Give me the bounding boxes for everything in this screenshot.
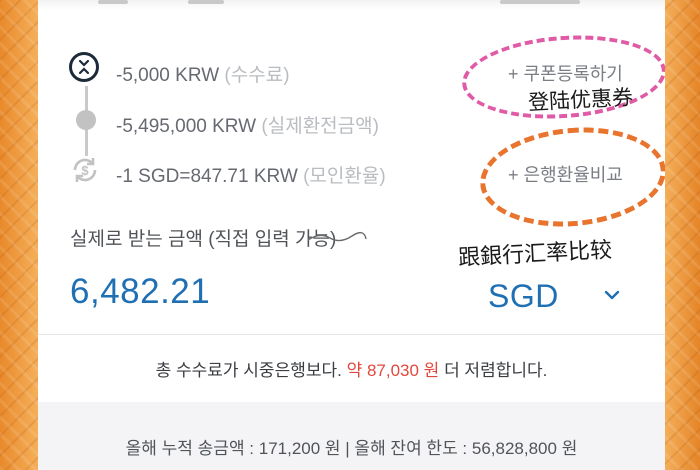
chevron-down-icon [604,288,620,306]
exchange-amount-value: -5,495,000 KRW [116,116,257,137]
savings-suffix: 더 저렴합니다. [444,361,548,380]
top-cut-element-mid [188,0,224,4]
exchange-rate-note: (모인환율) [303,166,386,187]
exchange-amount-row: -5,495,000 KRW (실제환전금액) [116,111,379,138]
savings-prefix: 총 수수료가 시중은행보다. [155,361,342,380]
exchange-rate-value: -1 SGD=847.71 KRW [116,166,298,187]
savings-message: 총 수수료가 시중은행보다. 약 87,030 원 더 저렴합니다. [38,356,665,381]
exchange-rate-row: -1 SGD=847.71 KRW (모인환율) [116,161,386,188]
svg-text:$: $ [81,163,89,178]
service-fee-row: -5,000 KRW (수수료) [116,60,290,87]
service-fee-amount: -5,000 KRW [116,65,220,86]
compare-annotation-circle [476,120,665,234]
section-divider [38,334,665,335]
top-cut-element-left [98,0,128,4]
coin-x-icon [69,52,99,82]
timeline-dot-icon [76,110,96,130]
remittance-summary-card: $ -5,000 KRW (수수료) -5,495,000 KRW (실제환전금… [38,0,665,470]
coupon-handwritten-note: 登陆优惠券 [527,85,634,115]
currency-code: SGD [488,278,559,314]
top-edge [38,0,665,10]
compare-handwritten-note: 跟銀行汇率比较 [457,237,613,272]
annual-limit-text: 올해 누적 송금액 : 171,200 원 | 올해 잔여 한도 : 56,82… [125,439,578,458]
savings-amount: 약 87,030 원 [346,361,440,380]
exchange-amount-note: (실제환전금액) [261,116,379,137]
currency-select[interactable]: SGD [488,278,628,318]
pen-scribble-mark [307,231,367,242]
dollar-exchange-icon: $ [69,154,101,186]
receive-amount-input[interactable]: 6,482.21 [70,272,210,312]
receive-amount-label: 실제로 받는 금액 (직접 입력 가능) [70,229,337,250]
service-fee-note: (수수료) [224,65,290,86]
top-cut-element-right [500,0,580,4]
